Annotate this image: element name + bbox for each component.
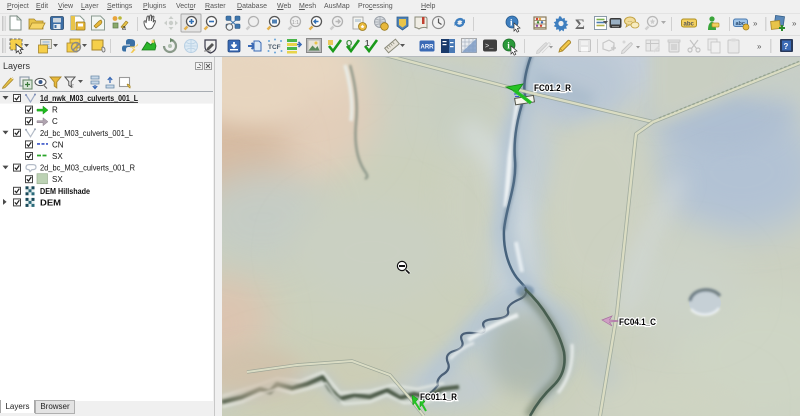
svg-text:Q: Q xyxy=(346,39,352,48)
svg-text:FC04.1_C: FC04.1_C xyxy=(619,317,656,327)
svg-text:R: R xyxy=(52,106,58,115)
svg-text:abc: abc xyxy=(684,22,695,28)
svg-text:2d_bc_M03_culverts_001_L: 2d_bc_M03_culverts_001_L xyxy=(40,129,134,138)
svg-text:»: » xyxy=(753,19,758,28)
svg-text:~~: ~~ xyxy=(628,19,633,24)
svg-text:»: » xyxy=(757,42,762,51)
svg-text:>_: >_ xyxy=(485,43,494,51)
svg-text:SX: SX xyxy=(52,152,63,161)
svg-text:CN: CN xyxy=(52,140,64,149)
svg-text:?: ? xyxy=(784,42,789,51)
svg-text:1d_nwk_M03_culverts_001_L: 1d_nwk_M03_culverts_001_L xyxy=(40,94,138,103)
svg-text:1:1: 1:1 xyxy=(292,20,299,26)
svg-text:ARR: ARR xyxy=(421,45,435,51)
svg-text:1: 1 xyxy=(365,39,370,48)
svg-text:2d_bc_M03_culverts_001_R: 2d_bc_M03_culverts_001_R xyxy=(40,164,135,173)
svg-text:FC01.1_R: FC01.1_R xyxy=(420,392,457,402)
svg-text:DEM Hillshade: DEM Hillshade xyxy=(40,187,90,196)
svg-text:Σ: Σ xyxy=(575,17,585,33)
svg-text:TCF: TCF xyxy=(268,44,281,51)
svg-text:>: > xyxy=(132,48,136,54)
svg-text:ε: ε xyxy=(71,82,74,90)
svg-text:»: » xyxy=(792,19,797,28)
svg-text:C: C xyxy=(52,117,58,126)
svg-text:SX: SX xyxy=(52,175,63,184)
svg-text:a: a xyxy=(122,25,126,32)
svg-text:FC01.2_R: FC01.2_R xyxy=(534,83,571,93)
svg-text:DEM: DEM xyxy=(40,198,61,207)
